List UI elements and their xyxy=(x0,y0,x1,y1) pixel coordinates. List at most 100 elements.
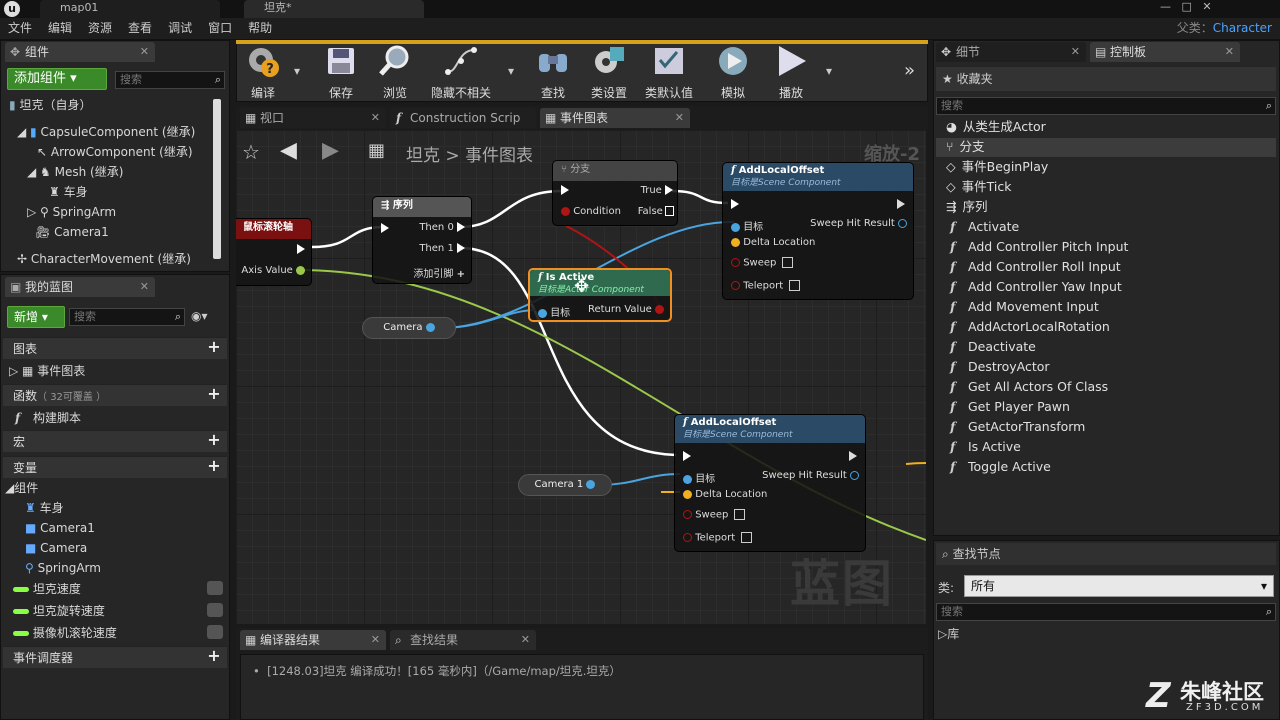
add-component-button[interactable]: 添加组件 ▾ xyxy=(7,68,107,90)
palette-item[interactable]: ◕ 从类生成Actor xyxy=(946,117,1046,137)
palette-item[interactable]: f Add Controller Yaw Input xyxy=(950,277,1122,297)
menu-file[interactable]: 文件 xyxy=(0,18,40,39)
graphs-header[interactable]: 图表 + xyxy=(3,337,227,359)
palette-item[interactable]: f Add Controller Roll Input xyxy=(950,257,1121,277)
node-camera-getter[interactable]: Camera xyxy=(362,317,456,339)
library-tree-item[interactable]: ▷库 xyxy=(938,625,959,642)
sweep-pin[interactable]: Sweep xyxy=(683,509,746,521)
variable-item[interactable]: 摄像机滚轮速度 xyxy=(13,623,117,643)
true-pin[interactable]: True xyxy=(641,185,673,196)
tab-details[interactable]: ✥ 细节 ✕ xyxy=(936,42,1086,62)
palette-item[interactable]: f AddActorLocalRotation xyxy=(950,317,1110,337)
menu-help[interactable]: 帮助 xyxy=(240,18,280,39)
eye-toggle-icon[interactable] xyxy=(207,625,223,639)
macros-header[interactable]: 宏 + xyxy=(3,430,227,452)
add-macro-button[interactable]: + xyxy=(207,432,221,448)
class-defaults-button[interactable]: 类默认值 xyxy=(642,42,696,100)
teleport-checkbox[interactable] xyxy=(741,532,753,543)
breadcrumb-root[interactable]: 坦克 xyxy=(406,146,440,166)
sweep-hit-result-pin[interactable]: Sweep Hit Result xyxy=(762,470,859,481)
palette-item[interactable]: f Add Controller Pitch Input xyxy=(950,237,1128,257)
eye-icon[interactable]: ◉▾ xyxy=(191,309,208,323)
node-sequence[interactable]: ⇶ 序列 Then 0 Then 1 添加引脚 + xyxy=(372,196,472,284)
eye-toggle-icon[interactable] xyxy=(207,581,223,595)
components-category[interactable]: ◢组件 xyxy=(5,478,38,498)
node-mouse-wheel-axis[interactable]: 鼠标滚轮轴 Axis Value xyxy=(236,218,312,286)
palette-item[interactable]: f Toggle Active xyxy=(950,457,1051,477)
menu-debug[interactable]: 调试 xyxy=(160,18,200,39)
component-var[interactable]: ♜ 车身 xyxy=(25,498,64,518)
add-graph-button[interactable]: + xyxy=(207,339,221,355)
class-settings-button[interactable]: 类设置 xyxy=(582,42,636,100)
tab-palette[interactable]: ▤ 控制板 ✕ xyxy=(1090,42,1240,62)
tab-map01[interactable]: map01 xyxy=(40,0,220,18)
close-icon[interactable]: ✕ xyxy=(1071,42,1080,62)
tab-tank[interactable]: 坦克* xyxy=(244,0,424,18)
palette-search-input[interactable]: 搜索 ⌕ xyxy=(936,97,1276,115)
parent-class-link[interactable]: Character xyxy=(1213,18,1272,39)
exec-in-pin[interactable] xyxy=(731,199,739,210)
sweep-pin[interactable]: Sweep xyxy=(731,257,794,269)
sweep-hit-result-pin[interactable]: Sweep Hit Result xyxy=(810,218,907,229)
node-add-local-offset-2[interactable]: f AddLocalOffset 目标是Scene Component 目标 Sw… xyxy=(674,414,866,552)
menu-assets[interactable]: 资源 xyxy=(80,18,120,39)
node-camera1-getter[interactable]: Camera 1 xyxy=(518,474,612,496)
save-button[interactable]: 保存 xyxy=(314,42,368,100)
favorites-header[interactable]: ★ 收藏夹 xyxy=(936,67,1276,91)
compile-button[interactable]: ? 编译 xyxy=(236,42,290,100)
component-item[interactable]: ♜ 车身 xyxy=(49,182,88,202)
category-select[interactable]: 所有 ▾ xyxy=(964,575,1274,597)
then1-pin[interactable]: Then 1 xyxy=(419,243,465,254)
tab-components[interactable]: ✥ 组件 ✕ xyxy=(5,42,155,62)
palette-item[interactable]: f Get All Actors Of Class xyxy=(950,377,1108,397)
menu-window[interactable]: 窗口 xyxy=(200,18,240,39)
exec-in-pin[interactable] xyxy=(561,185,569,196)
tab-compiler-results[interactable]: ▦ 编译器结果 ✕ xyxy=(240,630,386,650)
target-pin[interactable]: 目标 xyxy=(731,218,763,233)
close-icon[interactable]: ✕ xyxy=(371,630,380,650)
functions-header[interactable]: 函数（ 32可覆盖 ） + xyxy=(3,384,227,406)
component-item[interactable]: ✢ CharacterMovement (继承) xyxy=(17,249,191,269)
find-button[interactable]: 查找 xyxy=(526,42,580,100)
menu-view[interactable]: 查看 xyxy=(120,18,160,39)
node-branch[interactable]: ⑂ 分支 Condition True False xyxy=(552,160,678,226)
exec-in-pin[interactable] xyxy=(683,451,691,462)
condition-pin[interactable]: Condition xyxy=(561,206,621,217)
close-icon[interactable]: ✕ xyxy=(140,42,149,62)
target-pin[interactable]: 目标 xyxy=(538,304,570,319)
eye-toggle-icon[interactable] xyxy=(207,603,223,617)
play-options-chevron[interactable]: ▾ xyxy=(826,64,832,78)
scrollbar[interactable] xyxy=(213,99,221,259)
palette-item[interactable]: ⇶ 序列 xyxy=(946,197,988,217)
favorite-star-icon[interactable]: ☆ xyxy=(242,140,260,164)
palette-item[interactable]: f Get Player Pawn xyxy=(950,397,1070,417)
close-icon[interactable]: ✕ xyxy=(371,108,380,128)
components-search-input[interactable]: 搜索 ⌕ xyxy=(115,71,225,89)
palette-item[interactable]: f Activate xyxy=(950,217,1019,237)
exec-out-pin[interactable] xyxy=(897,199,905,210)
play-button[interactable]: 播放 xyxy=(764,42,818,100)
component-item[interactable]: ▷ ⚲ SpringArm xyxy=(27,202,116,222)
simulate-button[interactable]: 模拟 xyxy=(706,42,760,100)
palette-item[interactable]: f GetActorTransform xyxy=(950,417,1085,437)
window-controls[interactable]: — □ ✕ xyxy=(1160,0,1212,13)
graph-canvas[interactable]: ☆ ◀ ▶ ▦ 坦克 > 事件图表 缩放-2 蓝图 鼠标滚轮轴 Axis Val… xyxy=(236,130,926,624)
teleport-checkbox[interactable] xyxy=(789,280,801,291)
exec-in-pin[interactable] xyxy=(381,223,389,234)
delta-location-pin[interactable]: Delta Location xyxy=(731,237,815,248)
close-icon[interactable]: ✕ xyxy=(140,277,149,297)
tab-find-results[interactable]: ⌕ 查找结果 ✕ xyxy=(390,630,536,650)
component-item[interactable]: ◢ ▮ CapsuleComponent (继承) xyxy=(17,122,195,142)
add-function-button[interactable]: + xyxy=(207,386,221,402)
tab-my-blueprint[interactable]: ▣ 我的蓝图 ✕ xyxy=(5,277,155,297)
tab-construction-script[interactable]: f Construction Scrip xyxy=(390,108,536,128)
component-var[interactable]: ⚲ SpringArm xyxy=(25,558,101,578)
palette-item[interactable]: ◇ 事件Tick xyxy=(946,177,1011,197)
find-nodes-search-input[interactable]: 搜索 ⌕ xyxy=(936,603,1276,621)
false-pin[interactable]: False xyxy=(638,206,674,217)
component-root[interactable]: ▮ 坦克（自身） xyxy=(9,95,91,115)
close-icon[interactable]: ✕ xyxy=(675,108,684,128)
node-add-local-offset-1[interactable]: f AddLocalOffset 目标是Scene Component 目标 Sw… xyxy=(722,162,914,300)
add-variable-button[interactable]: + xyxy=(207,458,221,474)
delta-location-pin[interactable]: Delta Location xyxy=(683,489,767,500)
